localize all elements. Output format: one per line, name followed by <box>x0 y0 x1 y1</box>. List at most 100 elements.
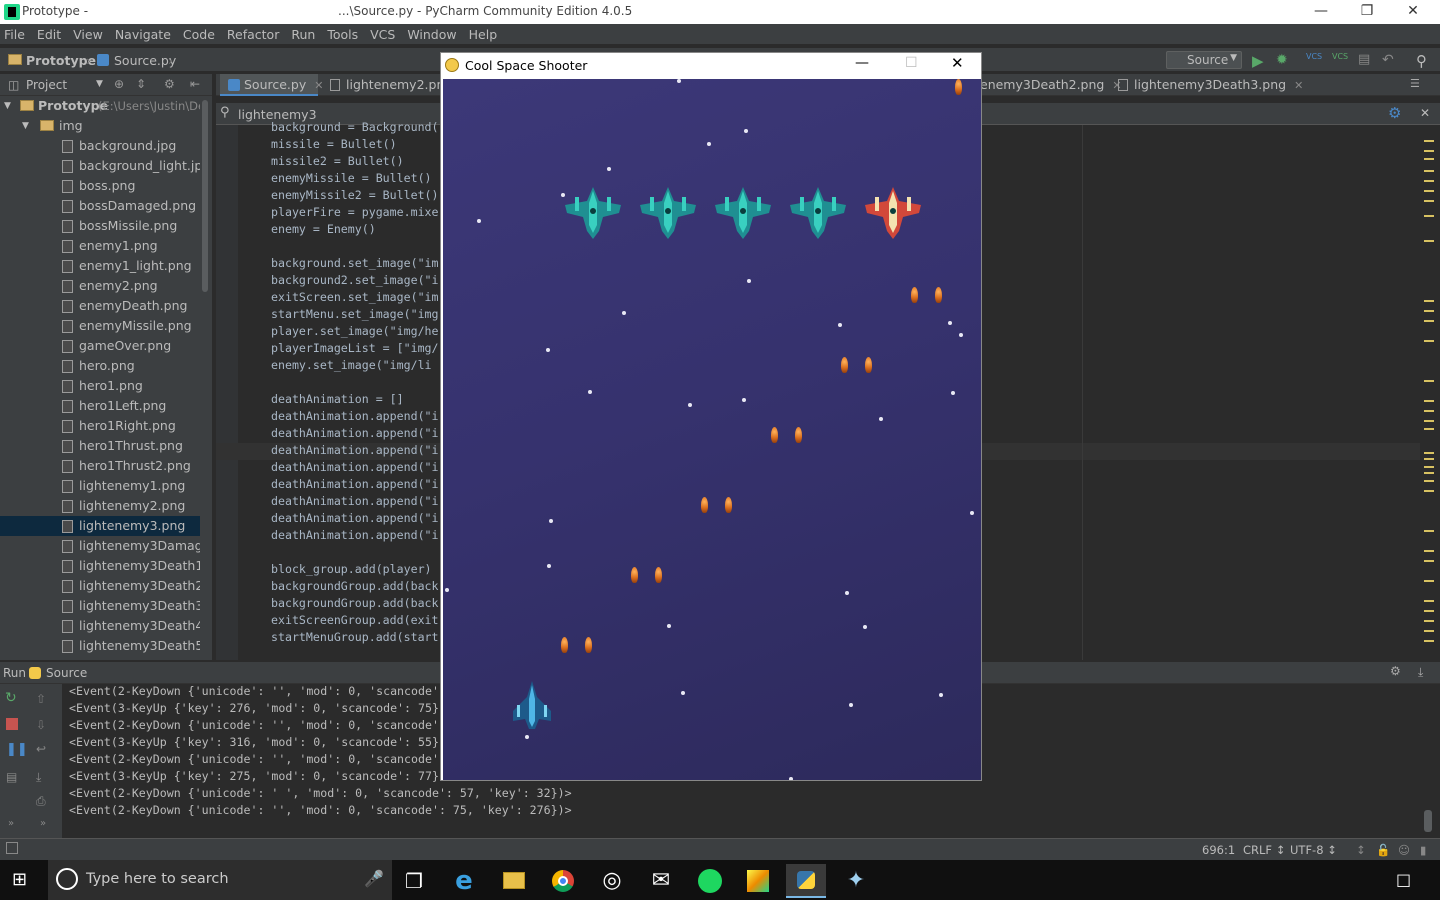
console-scrollbar[interactable] <box>1424 810 1432 832</box>
taskbar-search-box[interactable]: Type here to search 🎤 <box>48 860 392 900</box>
tab-lightenemy3death3[interactable]: lightenemy3Death3.png ✕ <box>1110 74 1303 96</box>
expand-arrow-icon[interactable]: ▼ <box>4 96 11 116</box>
revert-icon[interactable]: ↶ <box>1382 52 1398 68</box>
breadcrumb-file[interactable]: Source.py <box>114 53 176 68</box>
tool-window-icon[interactable] <box>6 842 18 854</box>
tree-file-item[interactable]: background_light.jpg <box>0 156 200 176</box>
close-tab-icon[interactable]: ✕ <box>1294 79 1303 92</box>
menu-tools[interactable]: Tools <box>327 27 358 42</box>
tree-file-item[interactable]: enemyDeath.png <box>0 296 200 316</box>
stop-icon[interactable] <box>6 718 18 730</box>
chevron-down-icon[interactable]: ▼ <box>96 79 103 89</box>
tree-file-item[interactable]: hero1Left.png <box>0 396 200 416</box>
python-idle-icon[interactable]: ✦ <box>836 864 876 898</box>
file-explorer-icon[interactable] <box>494 864 534 898</box>
layout-icon[interactable]: ▤ <box>6 770 17 784</box>
updown-icon[interactable]: ↕ <box>1356 843 1366 857</box>
tree-file-item[interactable]: enemyMissile.png <box>0 316 200 336</box>
hide-panel-icon[interactable]: ⤓ <box>1418 665 1423 680</box>
file-encoding[interactable]: UTF-8 ↕ <box>1290 843 1337 857</box>
gear-icon[interactable]: ⚙ <box>164 77 175 91</box>
down-arrow-icon[interactable]: ⇩ <box>36 718 46 732</box>
tree-file-item[interactable]: hero1Right.png <box>0 416 200 436</box>
python-game-taskbar-icon[interactable] <box>786 864 826 898</box>
tree-file-item[interactable]: enemy1_light.png <box>0 256 200 276</box>
find-settings-icon[interactable]: ⚙ <box>1388 104 1401 122</box>
caret-position[interactable]: 696:1 <box>1202 843 1235 857</box>
event-log-icon[interactable]: ▮ <box>1420 843 1426 857</box>
tree-file-item[interactable]: lightenemy3Death2.pn <box>0 576 200 596</box>
maximize-icon[interactable]: ❐ <box>1344 0 1390 24</box>
rerun-icon[interactable]: ↻ <box>5 690 17 706</box>
run-icon[interactable]: ▶ <box>1252 52 1268 70</box>
minimize-icon[interactable]: — <box>1298 0 1344 24</box>
pause-icon[interactable]: ❚❚ <box>6 742 28 757</box>
menu-view[interactable]: View <box>73 27 103 42</box>
tree-file-item[interactable]: lightenemy3.png <box>0 516 200 536</box>
search-everywhere-icon[interactable]: ⚲ <box>1416 52 1432 70</box>
tree-folder-img[interactable]: ▼ img <box>0 116 200 136</box>
edge-icon[interactable]: e <box>444 864 484 898</box>
more-icon[interactable]: » <box>40 818 46 829</box>
menu-run[interactable]: Run <box>291 27 315 42</box>
tab-source-py[interactable]: Source.py ✕ <box>220 74 323 96</box>
debug-icon[interactable]: ✹ <box>1276 52 1292 68</box>
tree-file-item[interactable]: boss.png <box>0 176 200 196</box>
tree-file-item[interactable]: hero.png <box>0 356 200 376</box>
tree-file-item[interactable]: hero1Thrust.png <box>0 436 200 456</box>
hide-panel-icon[interactable]: ⇤ <box>190 77 200 91</box>
tree-file-item[interactable]: lightenemy1.png <box>0 476 200 496</box>
tree-file-item[interactable]: lightenemy3Damaged. <box>0 536 200 556</box>
menu-window[interactable]: Window <box>407 27 456 42</box>
close-icon[interactable]: ✕ <box>1390 0 1436 24</box>
tree-file-item[interactable]: gameOver.png <box>0 336 200 356</box>
vcs-history-icon[interactable]: ▤ <box>1358 52 1374 68</box>
tree-file-item[interactable]: background.jpg <box>0 136 200 156</box>
sync-icon[interactable]: ⊕ <box>114 77 124 91</box>
spotify-icon[interactable] <box>690 864 730 898</box>
tab-lightenemy2[interactable]: lightenemy2.png <box>322 74 458 96</box>
tab-enemy3death2[interactable]: enemy3Death2.png ✕ <box>980 74 1122 96</box>
soft-wrap-icon[interactable]: ↩ <box>36 742 46 756</box>
tree-file-item[interactable]: lightenemy3Death5.pn <box>0 636 200 656</box>
game-window[interactable]: Cool Space Shooter — ☐ ✕ <box>440 52 982 781</box>
windows-start-icon[interactable]: ⊞ <box>12 871 27 889</box>
menu-vcs[interactable]: VCS <box>370 27 395 42</box>
media-app-icon[interactable]: ◎ <box>592 864 632 898</box>
project-panel-title[interactable]: Project <box>26 78 67 92</box>
tree-root[interactable]: ▼ Prototype (E:\Users\Justin\De <box>0 96 200 116</box>
minimize-icon[interactable]: — <box>855 55 869 71</box>
tree-file-item[interactable]: bossMissile.png <box>0 216 200 236</box>
scroll-end-icon[interactable]: ⤓ <box>36 770 41 785</box>
tree-file-item[interactable]: hero1Thrust2.png <box>0 456 200 476</box>
project-scrollbar[interactable] <box>202 100 208 292</box>
lock-icon[interactable]: 🔓 <box>1376 843 1390 857</box>
more-icon[interactable]: » <box>8 818 14 829</box>
tab-overflow-icon[interactable]: ☰ <box>1410 77 1420 90</box>
microphone-icon[interactable]: 🎤 <box>364 869 384 888</box>
chrome-icon[interactable] <box>543 864 583 898</box>
menu-navigate[interactable]: Navigate <box>115 27 171 42</box>
tree-file-item[interactable]: enemy1.png <box>0 236 200 256</box>
tree-file-item[interactable]: lightenemy3Death3.pn <box>0 596 200 616</box>
close-find-icon[interactable]: ✕ <box>1420 106 1430 120</box>
menu-edit[interactable]: Edit <box>37 27 61 42</box>
line-separator[interactable]: CRLF ↕ <box>1243 843 1285 857</box>
pycharm-taskbar-icon[interactable] <box>738 864 778 898</box>
up-arrow-icon[interactable]: ⇧ <box>36 692 46 706</box>
close-icon[interactable]: ✕ <box>951 54 964 72</box>
tree-file-item[interactable]: lightenemy3Death4.pn <box>0 616 200 636</box>
menu-file[interactable]: File <box>4 27 25 42</box>
menu-refactor[interactable]: Refactor <box>227 27 279 42</box>
expand-arrow-icon[interactable]: ▼ <box>22 116 29 136</box>
inspector-icon[interactable]: ☺ <box>1398 843 1410 857</box>
tree-file-item[interactable]: enemy2.png <box>0 276 200 296</box>
tree-file-item[interactable]: hero1.png <box>0 376 200 396</box>
menu-help[interactable]: Help <box>469 27 498 42</box>
tree-file-item[interactable]: lightenemy3Death1.pn <box>0 556 200 576</box>
collapse-icon[interactable]: ⇕ <box>136 77 146 91</box>
print-icon[interactable]: ⎙ <box>36 794 46 809</box>
run-config-name[interactable]: Source <box>46 666 87 680</box>
action-center-icon[interactable]: □ <box>1396 870 1411 889</box>
mail-icon[interactable]: ✉ <box>641 864 681 898</box>
